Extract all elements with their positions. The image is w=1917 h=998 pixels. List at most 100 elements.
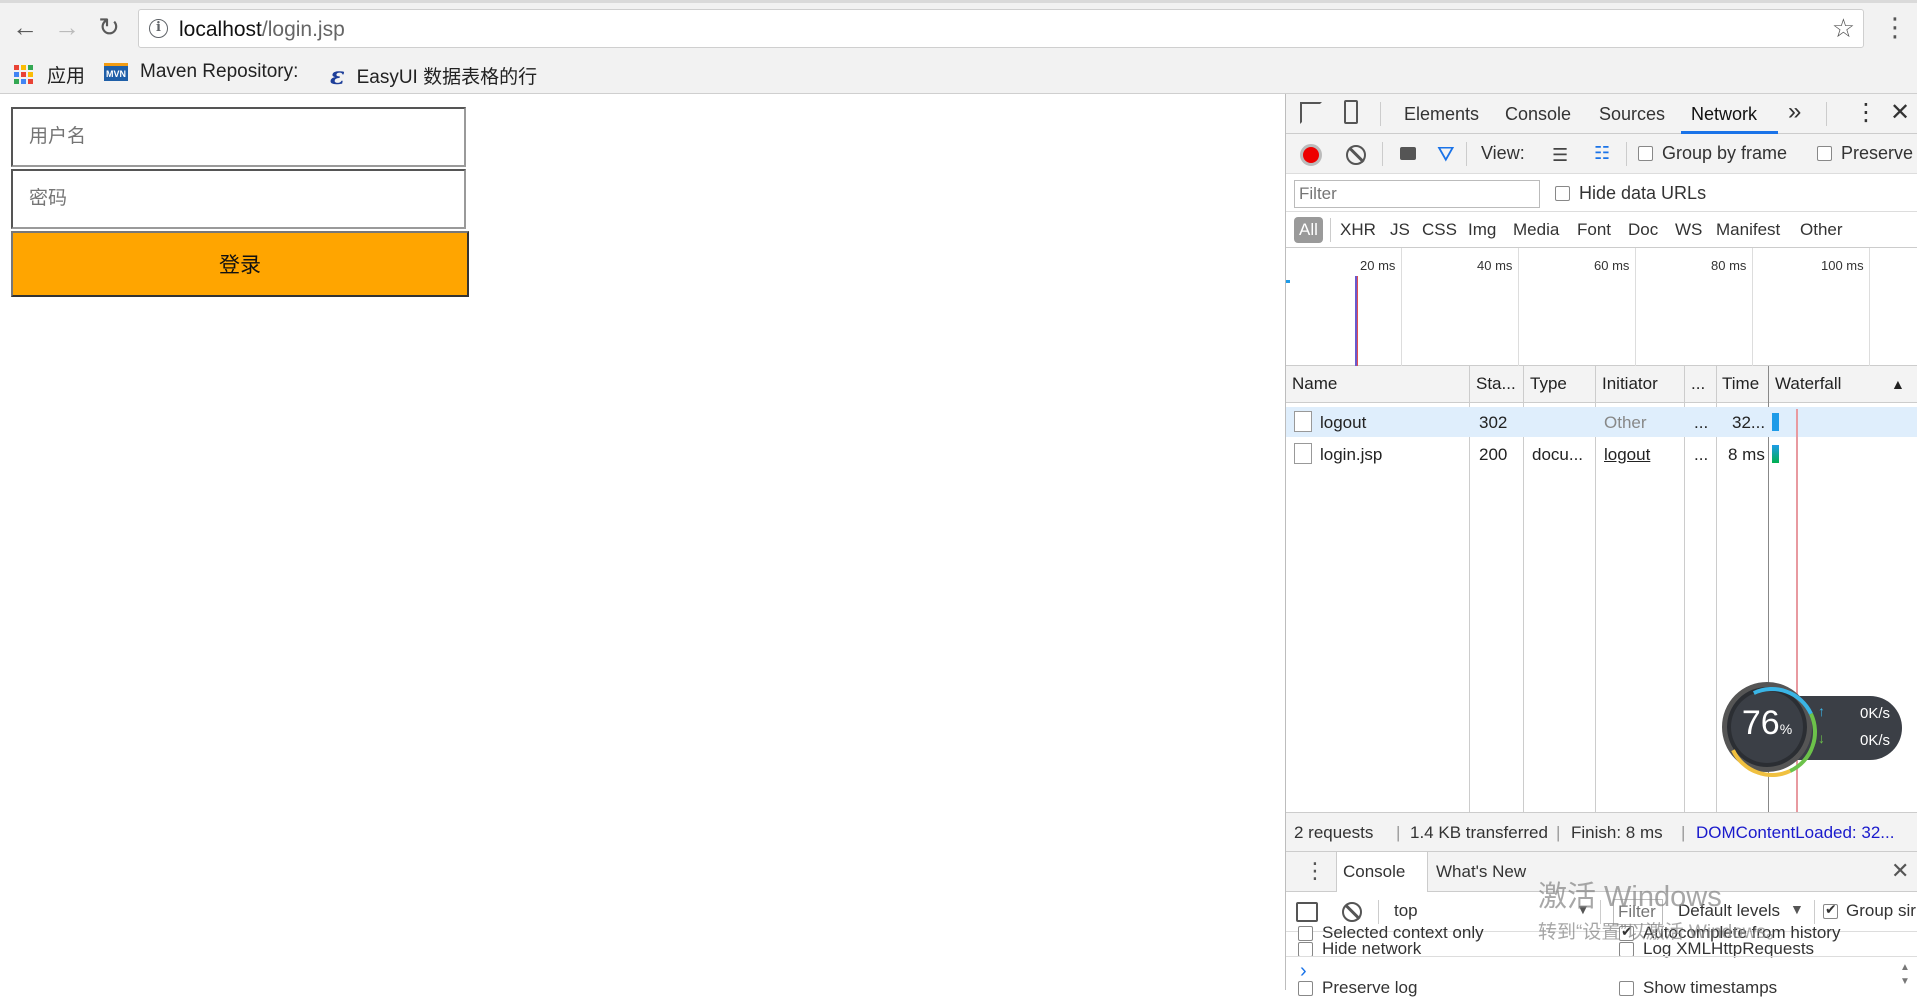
context-selector[interactable]: top	[1394, 901, 1418, 921]
download-speed: 0K/s	[1859, 732, 1890, 749]
drawer-tab-whats-new[interactable]: What's New	[1436, 862, 1526, 882]
console-sidebar-icon[interactable]	[1296, 902, 1318, 922]
preserve-log-console-checkbox[interactable]	[1298, 981, 1313, 996]
column-initiator[interactable]: Initiator	[1602, 374, 1658, 394]
request-initiator-link[interactable]: logout	[1604, 445, 1650, 465]
url-path: /login.jsp	[261, 18, 345, 41]
scroll-up-icon[interactable]: ▲	[1900, 962, 1910, 973]
request-time: 32...	[1732, 413, 1766, 432]
context-dropdown-icon[interactable]: ▼	[1576, 901, 1590, 917]
column-status[interactable]: Sta...	[1476, 374, 1516, 394]
separator	[1378, 900, 1379, 924]
password-input[interactable]	[11, 169, 466, 229]
console-prompt[interactable]: ›	[1300, 960, 1307, 983]
tab-network[interactable]: Network	[1691, 104, 1757, 125]
login-button[interactable]: 登录	[11, 231, 469, 297]
preserve-log-checkbox[interactable]	[1817, 146, 1832, 161]
overview-request-bar	[1286, 280, 1290, 283]
drawer-tabbar: ⋮ Console What's New ✕	[1286, 852, 1917, 892]
hide-network-checkbox[interactable]	[1298, 942, 1313, 957]
group-similar-checkbox[interactable]	[1823, 901, 1838, 919]
browser-menu-icon[interactable]: ⋮	[1882, 12, 1908, 43]
request-initiator: Other	[1604, 413, 1647, 432]
close-drawer-icon[interactable]: ✕	[1891, 858, 1909, 884]
column-type[interactable]: Type	[1530, 374, 1567, 394]
selected-context-checkbox[interactable]	[1298, 926, 1313, 941]
scroll-down-icon[interactable]: ▼	[1900, 976, 1910, 987]
memory-percent: 76%	[1722, 704, 1812, 743]
type-filter-xhr[interactable]: XHR	[1340, 220, 1376, 240]
log-xhr-checkbox[interactable]	[1619, 942, 1634, 957]
reload-icon[interactable]: ↻	[94, 12, 124, 42]
request-row[interactable]: logout 302 Other ... 32...	[1286, 407, 1917, 437]
browser-toolbar: ← → ↻ i localhost/login.jsp ☆ ⋮	[0, 0, 1917, 54]
request-size: ...	[1694, 445, 1709, 464]
column-name[interactable]: Name	[1292, 374, 1337, 394]
drawer-tab-console[interactable]: Console	[1336, 852, 1428, 892]
tick-line	[1869, 248, 1870, 366]
show-timestamps-checkbox[interactable]	[1619, 981, 1634, 996]
devtools-menu-icon[interactable]: ⋮	[1854, 98, 1878, 127]
clear-icon[interactable]	[1346, 145, 1366, 165]
type-filter-js[interactable]: JS	[1390, 220, 1410, 240]
type-filter-font[interactable]: Font	[1577, 220, 1611, 240]
bookmark-star-icon[interactable]: ☆	[1832, 13, 1855, 44]
bookmark-easyui[interactable]: ε EasyUI 数据表格的行	[330, 61, 537, 90]
url-text[interactable]: localhost/login.jsp	[179, 18, 345, 42]
column-time[interactable]: Time	[1722, 374, 1759, 394]
tab-sources[interactable]: Sources	[1599, 104, 1665, 125]
inspect-element-icon[interactable]	[1300, 102, 1322, 124]
hide-data-urls-checkbox[interactable]	[1555, 186, 1570, 201]
type-filter-ws[interactable]: WS	[1675, 220, 1702, 240]
bookmark-maven[interactable]: MVN Maven Repository:	[104, 61, 298, 83]
tab-console[interactable]: Console	[1505, 104, 1571, 125]
network-summary-bar: 2 requests | 1.4 KB transferred | Finish…	[1286, 812, 1917, 852]
sort-ascending-icon[interactable]: ▲	[1891, 376, 1905, 392]
separator	[1600, 900, 1601, 924]
type-filter-media[interactable]: Media	[1513, 220, 1559, 240]
type-filter-css[interactable]: CSS	[1422, 220, 1457, 240]
devtools-panel: Elements Console Sources Network » ⋮ ✕ ⛛…	[1285, 94, 1917, 997]
tick-line	[1635, 248, 1636, 366]
waterfall-view-icon[interactable]: ☷	[1594, 143, 1610, 164]
screenshot-camera-icon[interactable]	[1400, 147, 1416, 160]
type-filter-manifest[interactable]: Manifest	[1716, 220, 1780, 240]
record-icon[interactable]	[1300, 144, 1322, 166]
request-status: 200	[1479, 445, 1508, 464]
type-filter-all[interactable]: All	[1294, 217, 1323, 243]
more-tabs-icon[interactable]: »	[1788, 98, 1801, 126]
column-waterfall[interactable]: Waterfall	[1775, 374, 1841, 394]
network-overview-timeline[interactable]: 20 ms 40 ms 60 ms 80 ms 100 ms	[1286, 248, 1917, 366]
close-devtools-icon[interactable]: ✕	[1890, 98, 1910, 127]
column-size[interactable]: ...	[1691, 374, 1705, 394]
forward-arrow-icon[interactable]: →	[52, 12, 82, 42]
list-view-icon[interactable]: ☰	[1552, 145, 1568, 166]
console-filter-input[interactable]	[1613, 899, 1663, 925]
request-row[interactable]: login.jsp 200 docu... logout ... 8 ms	[1286, 439, 1917, 469]
network-speed-widget[interactable]: 0K/s 0K/s ↑ ↓ 76%	[1714, 674, 1907, 790]
group-by-frame-checkbox[interactable]	[1638, 146, 1653, 161]
resource-type-filters: All XHR JS CSS Img Media Font Doc WS Man…	[1286, 212, 1917, 248]
levels-dropdown-icon[interactable]: ▼	[1790, 901, 1804, 917]
separator	[1330, 218, 1331, 242]
device-toolbar-icon[interactable]	[1344, 100, 1358, 124]
bookmark-apps[interactable]: 应用	[14, 61, 85, 88]
username-input[interactable]	[11, 107, 466, 167]
autocomplete-history-checkbox[interactable]	[1619, 923, 1634, 941]
setting-label: Selected context only	[1322, 923, 1484, 942]
tab-elements[interactable]: Elements	[1404, 104, 1479, 125]
address-bar[interactable]: i localhost/login.jsp ☆	[138, 9, 1864, 48]
waterfall-bar	[1772, 445, 1779, 463]
log-levels-dropdown[interactable]: Default levels	[1678, 901, 1780, 921]
info-icon[interactable]: i	[149, 19, 168, 38]
back-arrow-icon[interactable]: ←	[10, 12, 40, 42]
network-filter-input[interactable]	[1294, 180, 1540, 208]
separator	[1466, 142, 1467, 166]
type-filter-other[interactable]: Other	[1800, 220, 1843, 240]
clear-console-icon[interactable]	[1342, 902, 1362, 922]
filter-funnel-icon[interactable]: ⛛	[1437, 143, 1455, 167]
type-filter-doc[interactable]: Doc	[1628, 220, 1658, 240]
separator	[1814, 900, 1815, 924]
drawer-menu-icon[interactable]: ⋮	[1304, 858, 1326, 884]
type-filter-img[interactable]: Img	[1468, 220, 1496, 240]
